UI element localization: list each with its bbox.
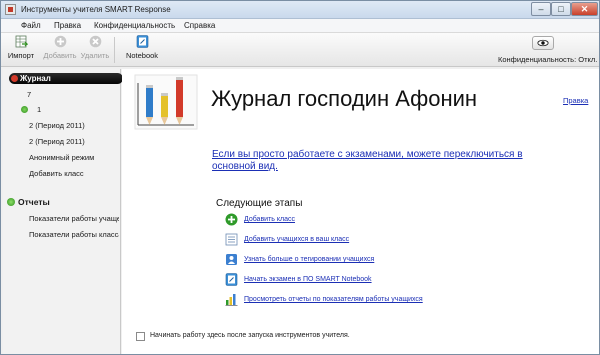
reports-chart-icon [225, 294, 238, 306]
pencils-icon [134, 74, 198, 130]
add-label: Добавить [43, 51, 77, 60]
next-steps-title: Следующие этапы [216, 198, 303, 209]
step-add-students-link[interactable]: Добавить учащихся в ваш класс [244, 236, 349, 243]
add-button[interactable]: Добавить [42, 35, 78, 60]
step-add-class-link[interactable]: Добавить класс [244, 216, 295, 223]
delete-icon [89, 35, 101, 48]
notebook-icon [136, 35, 148, 48]
sidebar-item-class-2b[interactable]: 2 (Период 2011) [29, 137, 85, 146]
privacy-status: Конфиденциальность: Откл. [498, 55, 598, 64]
sidebar-item-add-class[interactable]: Добавить класс [29, 169, 84, 178]
menu-edit[interactable]: Правка [54, 21, 81, 30]
switch-basic-view-link[interactable]: Если вы просто работаете с экзаменами, м… [212, 149, 532, 173]
page-title: Журнал господин Афонин [211, 86, 478, 111]
step-view-reports-link[interactable]: Просмотреть отчеты по показателям работы… [244, 296, 423, 303]
step-start-exam-link[interactable]: Начать экзамен в ПО SMART Notebook [244, 276, 372, 283]
reports-icon [7, 198, 15, 206]
help-link[interactable]: Правка [563, 96, 588, 105]
menu-help[interactable]: Справка [184, 21, 215, 30]
minimize-button[interactable]: – [531, 2, 551, 16]
notebook-label: Notebook [125, 51, 159, 60]
sidebar: Журнал 7 1 2 (Период 2011) 2 (Период 201… [3, 69, 123, 354]
notebook-button[interactable]: Notebook [124, 35, 160, 60]
step-tagging-link[interactable]: Узнать больше о тегировании учащихся [244, 256, 374, 263]
title-bar[interactable]: Инструменты учителя SMART Response – □ ✕ [1, 1, 599, 19]
import-label: Импорт [7, 51, 35, 60]
startup-checkbox-label: Начинать работу здесь после запуска инст… [150, 332, 350, 339]
add-class-icon [225, 213, 238, 226]
sidebar-reports-header[interactable]: Отчеты [7, 197, 50, 207]
sidebar-item-class-reports[interactable]: Показатели работы класса [29, 230, 119, 239]
active-class-indicator [21, 106, 28, 113]
import-icon [15, 35, 28, 48]
add-students-icon [225, 233, 238, 246]
sidebar-item-class-7[interactable]: 7 [27, 90, 31, 99]
journal-icon [11, 75, 18, 82]
notebook-exam-icon [225, 273, 238, 286]
menu-bar: Файл Правка Конфиденциальность Справка [1, 19, 599, 33]
main-panel: Журнал господин Афонин Правка Если вы пр… [122, 69, 599, 354]
import-button[interactable]: Импорт [6, 35, 36, 60]
close-button[interactable]: ✕ [571, 2, 598, 16]
startup-checkbox[interactable] [136, 332, 145, 341]
toolbar: Импорт Добавить Удалить Notebook Конфиде… [1, 33, 599, 67]
plus-icon [54, 35, 66, 48]
eye-icon [537, 39, 549, 47]
menu-file[interactable]: Файл [21, 21, 41, 30]
delete-label: Удалить [80, 51, 110, 60]
sidebar-item-student-reports[interactable]: Показатели работы учаще [29, 214, 119, 223]
journal-label: Журнал [20, 74, 51, 83]
reports-label: Отчеты [18, 197, 50, 207]
sidebar-item-anonymous[interactable]: Анонимный режим [29, 153, 94, 162]
sidebar-item-class-1[interactable]: 1 [37, 105, 41, 114]
tagging-icon [226, 254, 237, 265]
sidebar-item-class-2a[interactable]: 2 (Период 2011) [29, 121, 85, 130]
app-icon [5, 4, 16, 15]
delete-button[interactable]: Удалить [78, 35, 112, 60]
sidebar-journal-header[interactable]: Журнал [9, 73, 123, 84]
maximize-button[interactable]: □ [551, 2, 571, 16]
privacy-toggle[interactable] [532, 36, 554, 50]
app-window: Инструменты учителя SMART Response – □ ✕… [0, 0, 600, 355]
toolbar-separator [114, 37, 115, 63]
menu-privacy[interactable]: Конфиденциальность [94, 21, 175, 30]
window-title: Инструменты учителя SMART Response [21, 5, 171, 14]
